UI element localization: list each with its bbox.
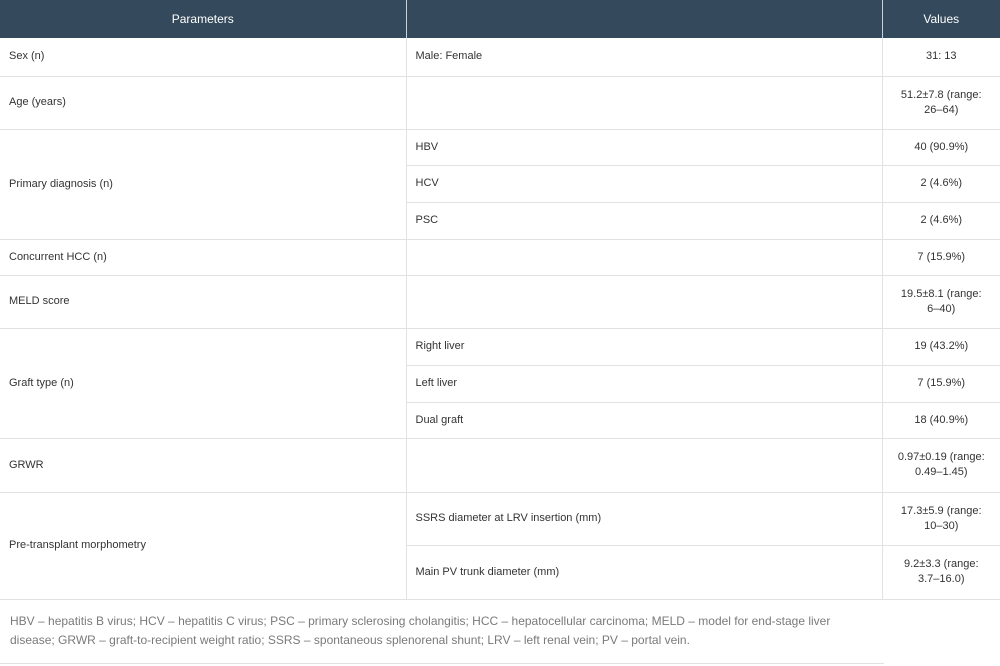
header-parameters: Parameters xyxy=(0,0,407,38)
row-value: 18 (40.9%) xyxy=(882,402,1000,439)
row-value: 19 (43.2%) xyxy=(882,328,1000,366)
row-label: GRWR xyxy=(0,438,407,493)
table-row: Age (years) 51.2±7.8 (range: 26–64) xyxy=(0,76,1000,130)
row-label: MELD score xyxy=(0,275,407,329)
row-label: Concurrent HCC (n) xyxy=(0,239,407,276)
row-sub: Main PV trunk diameter (mm) xyxy=(406,545,883,600)
table-row: MELD score 19.5±8.1 (range: 6–40) xyxy=(0,275,1000,329)
row-sub xyxy=(406,239,883,276)
row-label: Pre-transplant morphometry xyxy=(0,492,407,600)
table-row: Pre-transplant morphometry SSRS diameter… xyxy=(0,492,1000,600)
row-sub: PSC xyxy=(406,202,883,240)
row-sub: Left liver xyxy=(406,365,883,403)
row-value: 17.3±5.9 (range: 10–30) xyxy=(882,492,1000,546)
table-row: GRWR 0.97±0.19 (range: 0.49–1.45) xyxy=(0,438,1000,493)
row-label: Primary diagnosis (n) xyxy=(0,129,407,240)
row-value: 31: 13 xyxy=(882,38,1000,77)
table-footnote: HBV – hepatitis B virus; HCV – hepatitis… xyxy=(0,598,884,664)
row-sub: Male: Female xyxy=(406,38,883,77)
row-value: 0.97±0.19 (range: 0.49–1.45) xyxy=(882,438,1000,493)
parameters-table: Parameters Values Sex (n) Male: Female 3… xyxy=(0,0,1000,600)
row-value: 2 (4.6%) xyxy=(882,202,1000,240)
header-middle xyxy=(406,0,883,38)
row-label: Sex (n) xyxy=(0,38,407,77)
row-value: 7 (15.9%) xyxy=(882,239,1000,276)
table-row: Sex (n) Male: Female 31: 13 xyxy=(0,38,1000,77)
table-row: Concurrent HCC (n) 7 (15.9%) xyxy=(0,239,1000,276)
table-row: Primary diagnosis (n) HBV 40 (90.9%) xyxy=(0,129,1000,240)
row-value: 40 (90.9%) xyxy=(882,129,1000,166)
row-sub xyxy=(406,275,883,329)
row-value: 7 (15.9%) xyxy=(882,365,1000,403)
row-sub: Right liver xyxy=(406,328,883,366)
row-value: 2 (4.6%) xyxy=(882,165,1000,203)
header-row: Parameters Values xyxy=(0,0,1000,38)
row-value: 51.2±7.8 (range: 26–64) xyxy=(882,76,1000,130)
row-sub: SSRS diameter at LRV insertion (mm) xyxy=(406,492,883,546)
row-sub xyxy=(406,438,883,493)
row-label: Graft type (n) xyxy=(0,328,407,439)
row-sub: HBV xyxy=(406,129,883,166)
row-sub: Dual graft xyxy=(406,402,883,439)
table-row: Graft type (n) Right liver 19 (43.2%) xyxy=(0,328,1000,439)
row-label: Age (years) xyxy=(0,76,407,130)
row-sub: HCV xyxy=(406,165,883,203)
header-values: Values xyxy=(882,0,1000,38)
row-sub xyxy=(406,76,883,130)
row-value: 9.2±3.3 (range: 3.7–16.0) xyxy=(882,545,1000,600)
row-value: 19.5±8.1 (range: 6–40) xyxy=(882,275,1000,329)
